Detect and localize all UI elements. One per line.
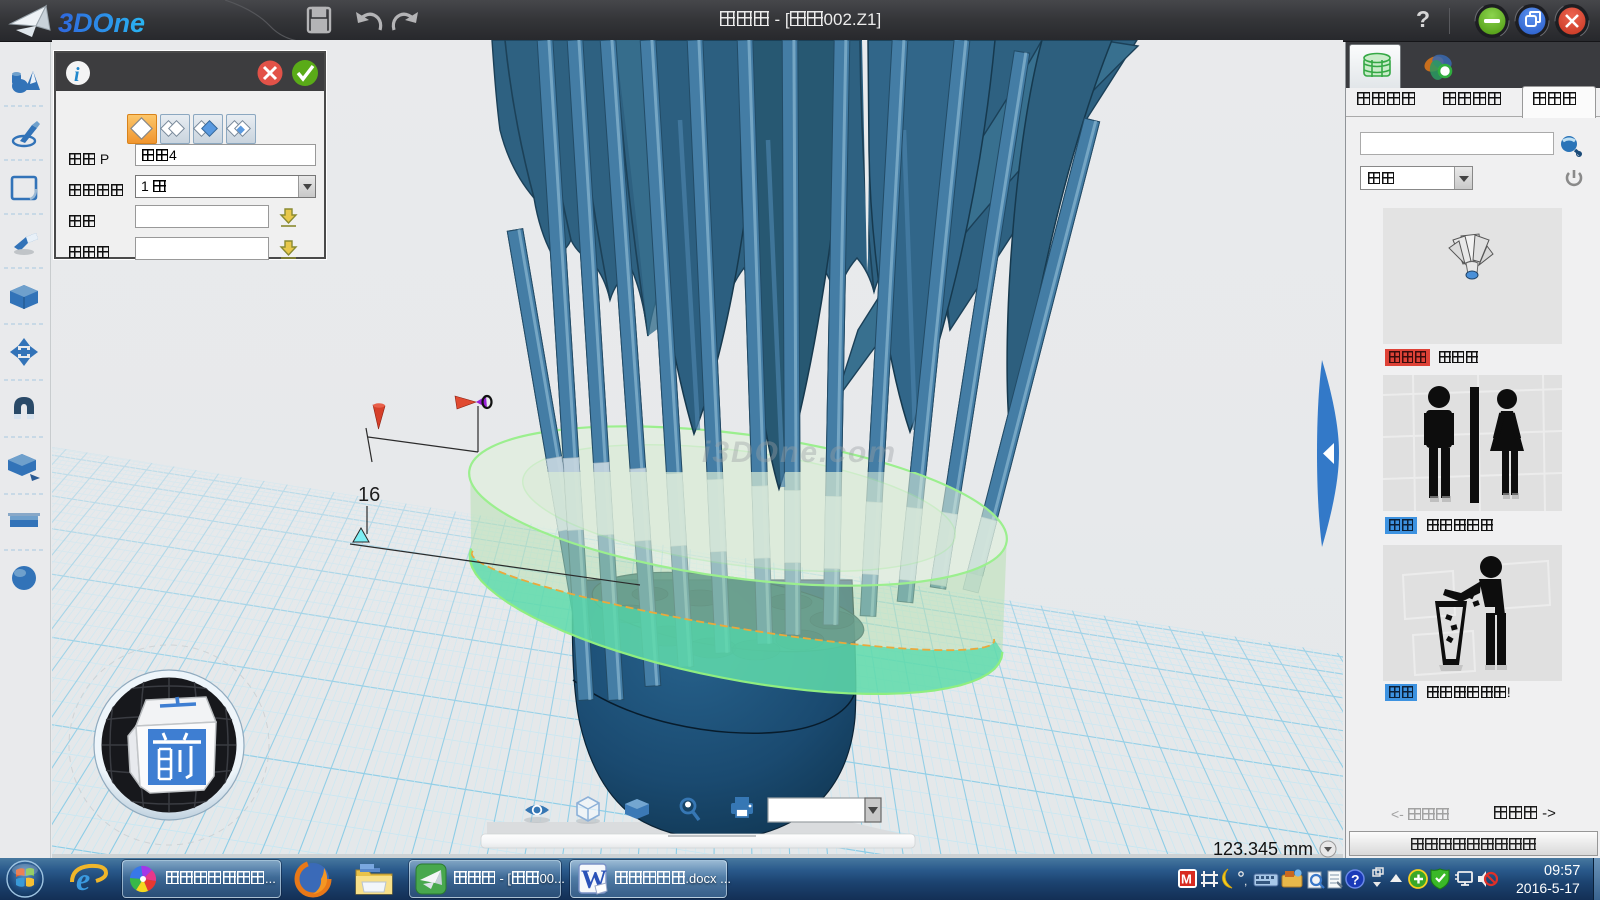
svg-text:123.345 mm: 123.345 mm: [1213, 839, 1313, 858]
svg-text:i3DOne.com: i3DOne.com: [702, 436, 897, 469]
svg-text:M: M: [1181, 872, 1192, 887]
svg-text:3DOne: 3DOne: [58, 8, 145, 38]
svg-text:i: i: [74, 64, 80, 86]
svg-text:,: ,: [1244, 874, 1247, 888]
svg-text:?: ?: [1351, 872, 1360, 888]
svg-text:16: 16: [358, 484, 380, 506]
